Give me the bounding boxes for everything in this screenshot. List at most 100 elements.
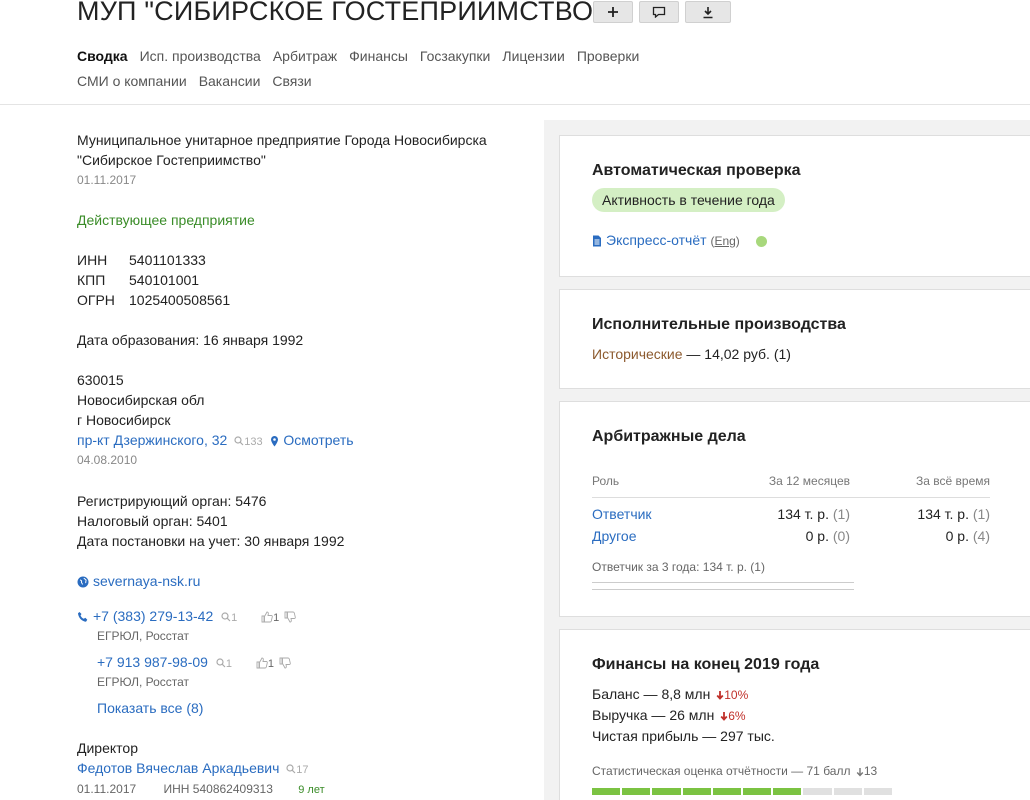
phone-link-1[interactable]: +7 (383) 279-13-42 [93, 608, 213, 624]
score-segment [773, 788, 802, 795]
arbitration-divider [592, 582, 854, 590]
historic-enforcement-value: — 14,02 руб. (1) [682, 346, 791, 362]
score-segment [743, 788, 772, 795]
search-icon [216, 658, 226, 668]
thumbs-down-icon[interactable] [279, 657, 291, 669]
ogrn-value: 1025400508561 [129, 292, 231, 308]
section-nav: Сводка Исп. производства Арбитраж Финанс… [77, 43, 677, 93]
postcode: 630015 [77, 372, 124, 388]
activity-badge: Активность в течение года [592, 188, 785, 212]
enforcement-row: Исторические — 14,02 руб. (1) [592, 346, 791, 362]
tab-licenses[interactable]: Лицензии [502, 48, 564, 64]
col-role: Роль [592, 466, 722, 498]
tab-vacancies[interactable]: Вакансии [199, 73, 261, 89]
tab-arbitration[interactable]: Арбитраж [273, 48, 337, 64]
tab-inspections[interactable]: Проверки [577, 48, 639, 64]
inn-row: ИНН 5401101333 [77, 250, 206, 270]
historic-enforcement-link[interactable]: Исторические [592, 346, 683, 362]
comment-button[interactable] [639, 1, 679, 23]
thumbs-up-icon[interactable] [261, 611, 273, 623]
revenue-row: Выручка — 26 млн 6% [592, 707, 746, 723]
score-segment [592, 788, 621, 795]
phone1-source: ЕГРЮЛ, Росстат [97, 629, 190, 643]
score-progress-bar [592, 788, 893, 795]
tax-registration-date: Дата постановки на учет: 30 января 1992 [77, 533, 345, 549]
finance-card: Финансы на конец 2019 года Баланс — 8,8 … [559, 629, 1030, 800]
eng-report-link[interactable]: Eng [714, 234, 735, 248]
globe-icon [77, 576, 89, 588]
title-actions [593, 1, 731, 23]
plus-icon [608, 7, 618, 17]
director-tenure: 9 лет [298, 784, 325, 796]
add-button[interactable] [593, 1, 633, 23]
table-header-row: Роль За 12 месяцев За всё время [592, 466, 990, 498]
ogrn-row: ОГРН 1025400508561 [77, 290, 230, 310]
finance-title: Финансы на конец 2019 года [592, 656, 820, 673]
arrow-down-icon [856, 767, 864, 777]
view-location-link[interactable]: Осмотреть [283, 432, 353, 448]
tab-summary[interactable]: Сводка [77, 48, 128, 64]
balance-row: Баланс — 8,8 млн 10% [592, 686, 748, 702]
phone2-source: ЕГРЮЛ, Росстат [97, 675, 190, 689]
director-name-link[interactable]: Федотов Вячеслав Аркадьевич [77, 760, 279, 776]
phone-row-2: +7 913 987-98-09 1 1 [97, 652, 291, 674]
thumbs-up-icon[interactable] [256, 657, 268, 669]
tab-enforcement[interactable]: Исп. производства [140, 48, 261, 64]
download-button[interactable] [685, 1, 731, 23]
tab-connections[interactable]: Связи [272, 73, 311, 89]
tab-media[interactable]: СМИ о компании [77, 73, 187, 89]
phone-icon [78, 612, 88, 623]
street-row: пр-кт Дзержинского, 32 133 Осмотреть [77, 430, 354, 452]
score-segment [833, 788, 862, 795]
score-text: Статистическая оценка отчётности — 71 ба… [592, 764, 851, 778]
arbitration-note: Ответчик за 3 года: 134 т. р. (1) [592, 560, 765, 574]
role-other-link[interactable]: Другое [592, 528, 636, 544]
score-row: Статистическая оценка отчётности — 71 ба… [592, 764, 877, 778]
kpp-label: КПП [77, 272, 106, 288]
defendant-all: 134 т. р. [917, 506, 969, 523]
role-defendant-link[interactable]: Ответчик [592, 506, 652, 522]
revenue-change: 6% [728, 709, 746, 723]
address-date: 04.08.2010 [77, 453, 138, 467]
search-icon [234, 436, 244, 446]
ogrn-label: ОГРН [77, 292, 115, 308]
score-segment [863, 788, 893, 795]
other-12m: 0 р. [805, 528, 829, 544]
other-12m-count: (0) [832, 528, 850, 544]
street-link[interactable]: пр-кт Дзержинского, 32 [77, 432, 227, 448]
director-meta: 01.11.2017 ИНН 540862409313 9 лет [77, 779, 325, 800]
status-indicator-dot [755, 235, 767, 247]
col-12-months: За 12 месяцев [722, 466, 850, 498]
col-all-time: За всё время [850, 466, 990, 498]
full-name-line1: Муниципальное унитарное предприятие Горо… [77, 132, 487, 148]
phone-link-2[interactable]: +7 913 987-98-09 [97, 654, 208, 670]
city: г Новосибирск [77, 412, 171, 428]
kpp-value: 540101001 [129, 272, 200, 288]
tab-finance[interactable]: Финансы [349, 48, 408, 64]
phone1-search-count: 1 [231, 612, 238, 624]
enforcement-card: Исполнительные производства Исторические… [559, 289, 1030, 389]
full-name-line2: "Сибирское Гостеприимство" [77, 152, 266, 168]
score-segment [622, 788, 651, 795]
inn-label: ИНН [77, 252, 108, 268]
score-segment [712, 788, 742, 795]
table-row: Другое 0 р. (0) 0 р. (4) [592, 525, 990, 547]
tab-procurement[interactable]: Госзакупки [420, 48, 490, 64]
phone1-likes: 1 [273, 612, 280, 624]
street-search-count: 133 [244, 436, 263, 448]
director-label: Директор [77, 740, 138, 756]
express-report-link[interactable]: Экспресс-отчёт [606, 232, 707, 248]
phone2-likes: 1 [267, 658, 274, 670]
balance-value: Баланс — 8,8 млн [592, 686, 711, 702]
defendant-12m-count: (1) [832, 506, 850, 523]
show-all-link[interactable]: Показать все (8) [97, 700, 203, 716]
website-link[interactable]: severnaya-nsk.ru [93, 573, 200, 589]
thumbs-down-icon[interactable] [284, 611, 296, 623]
arbitration-title: Арбитражные дела [592, 428, 746, 445]
page-header: МУП "СИБИРСКОЕ ГОСТЕПРИИМСТВО" Сводка Ис… [0, 0, 1030, 105]
arrow-down-icon [720, 712, 728, 722]
document-icon [593, 235, 601, 247]
director-row: Федотов Вячеслав Аркадьевич 17 [77, 758, 309, 780]
director-inn: ИНН 540862409313 [163, 782, 273, 796]
phone2-search-count: 1 [225, 658, 232, 670]
